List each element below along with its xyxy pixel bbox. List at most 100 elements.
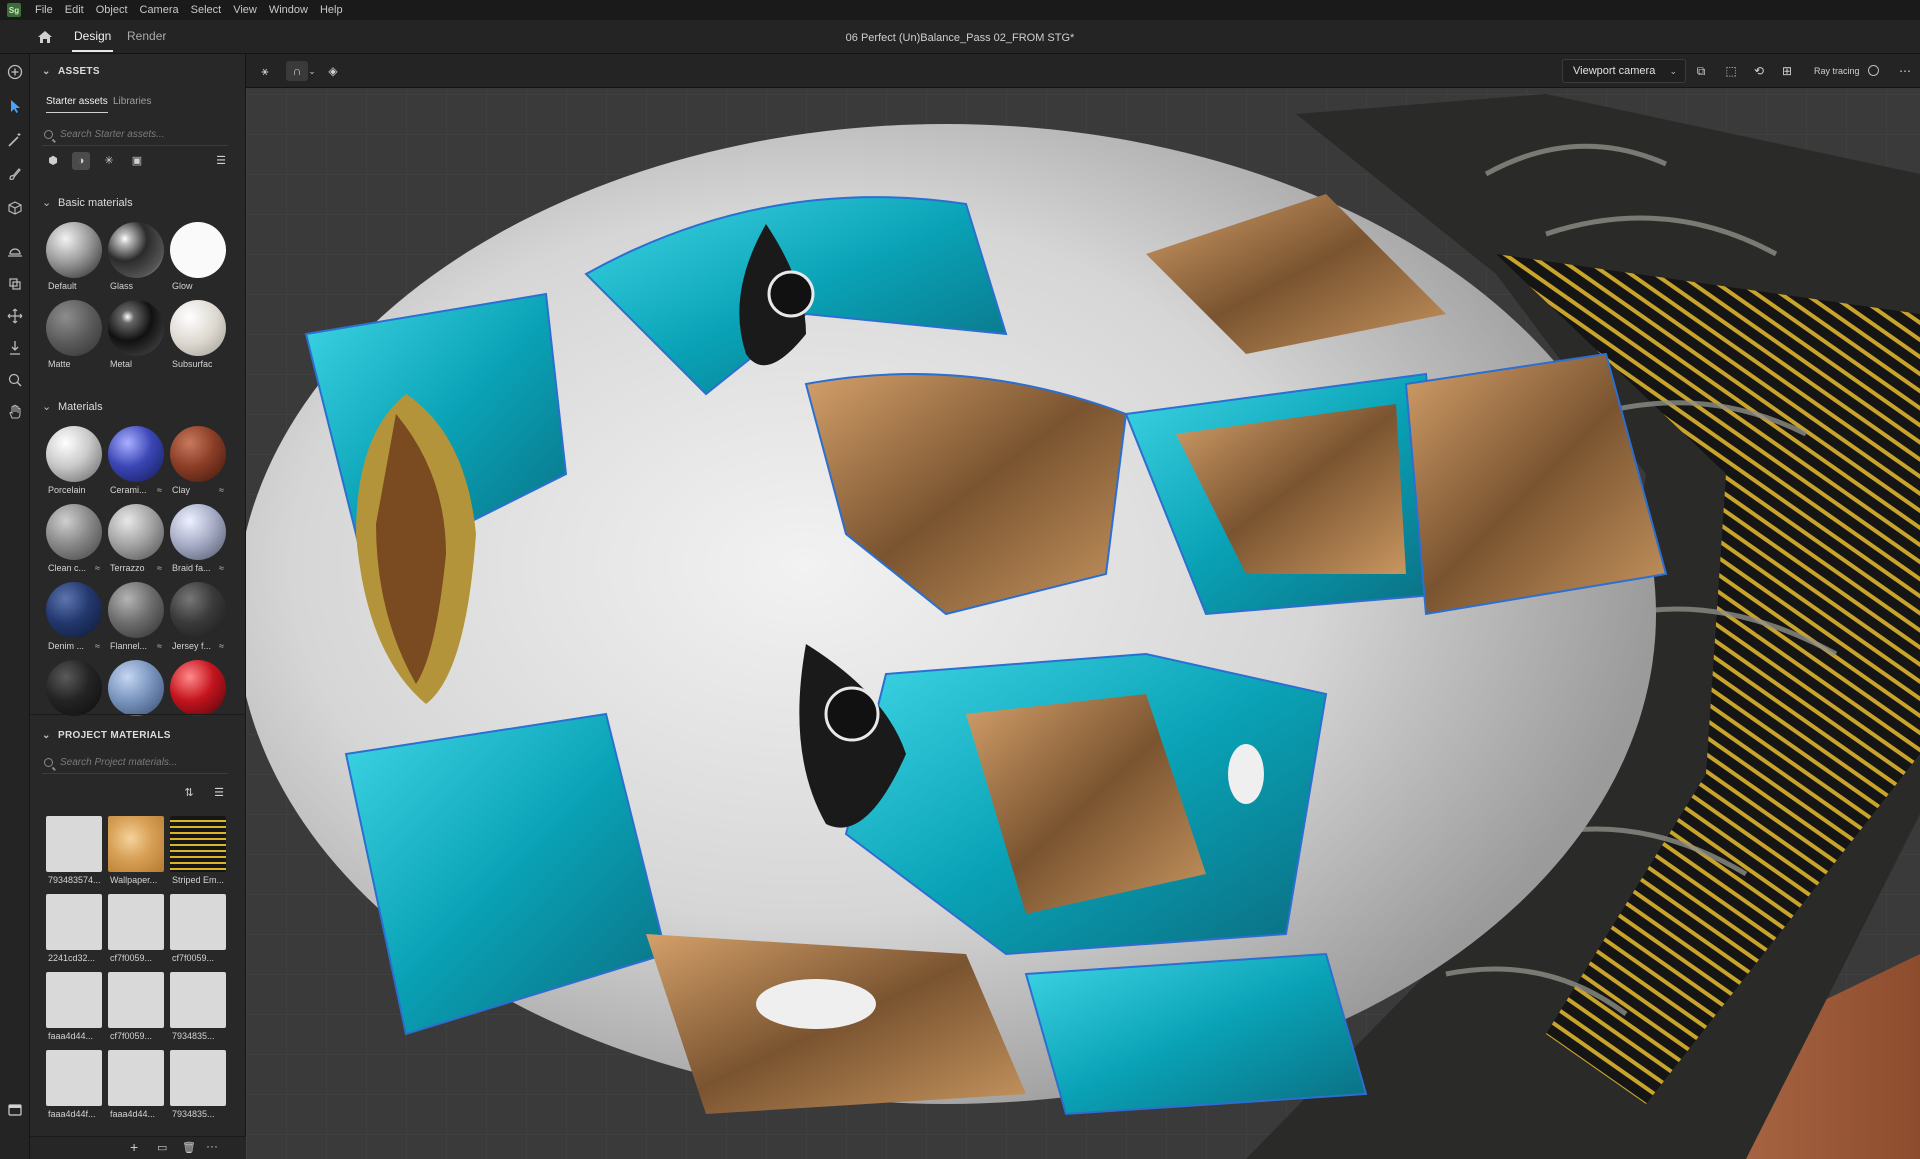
- sort-icon[interactable]: ⇅: [180, 784, 198, 802]
- material-clean-concrete[interactable]: Clean c... ≈: [46, 504, 102, 580]
- search-icon: [44, 130, 53, 139]
- project-material-item[interactable]: 7934835...: [170, 972, 226, 1048]
- images-filter-icon[interactable]: ▣: [128, 152, 146, 170]
- menu-help[interactable]: Help: [314, 4, 349, 16]
- material-glow[interactable]: Glow: [170, 222, 226, 298]
- material-red[interactable]: [170, 660, 226, 736]
- ray-tracing-label: Ray tracing: [1814, 66, 1860, 76]
- adjust-icon: ≈: [95, 641, 100, 651]
- project-materials-search-input[interactable]: Search Project materials...: [42, 752, 228, 774]
- material-jersey-fabric[interactable]: Jersey f... ≈: [170, 582, 226, 658]
- chevron-down-icon: ⌄: [42, 401, 52, 413]
- add-icon[interactable]: [7, 64, 23, 80]
- project-material-item[interactable]: cf7f0059...: [108, 972, 164, 1048]
- more-options-icon[interactable]: ⋯: [1894, 61, 1916, 81]
- move-icon[interactable]: [7, 308, 23, 324]
- project-material-item[interactable]: faaa4d44...: [46, 972, 102, 1048]
- select-tool-icon[interactable]: [7, 98, 23, 114]
- material-dark[interactable]: [46, 660, 102, 736]
- materials-filter-icon[interactable]: ◑: [72, 152, 90, 170]
- zoom-icon[interactable]: [7, 372, 23, 388]
- magnet-snap-icon[interactable]: ∩: [286, 61, 308, 81]
- add-icon[interactable]: +: [130, 1139, 138, 1155]
- list-view-icon[interactable]: ☰: [212, 152, 230, 170]
- paint-brush-icon[interactable]: [7, 166, 23, 182]
- project-material-item[interactable]: faaa4d44...: [108, 1050, 164, 1126]
- project-material-item[interactable]: 7934835...: [170, 1050, 226, 1126]
- ray-tracing-toggle[interactable]: [1868, 65, 1879, 76]
- material-matte[interactable]: Matte: [46, 300, 102, 376]
- folder-icon[interactable]: ▭: [157, 1141, 167, 1154]
- menu-edit[interactable]: Edit: [59, 4, 90, 16]
- project-material-item[interactable]: Striped Em...: [170, 816, 226, 892]
- viewport-toolbar: ⚹ ∩ ⌄ ◈ Viewport camera ⌄ ⧉ ⬚ ⟲ ⊞ Ray tra…: [246, 54, 1920, 88]
- material-glass[interactable]: Glass: [108, 222, 164, 298]
- material-denim[interactable]: Denim ... ≈: [46, 582, 102, 658]
- camera-add-icon[interactable]: ⊞: [1776, 61, 1798, 81]
- magic-wand-icon[interactable]: [7, 132, 23, 148]
- project-materials-header[interactable]: ⌄ PROJECT MATERIALS: [42, 730, 171, 741]
- tab-libraries[interactable]: Libraries: [113, 96, 151, 107]
- hand-pan-icon[interactable]: [7, 404, 23, 420]
- chevron-down-icon: ⌄: [1669, 66, 1677, 76]
- ground-snap-icon[interactable]: ◈: [322, 61, 344, 81]
- menu-select[interactable]: Select: [185, 4, 228, 16]
- project-material-item[interactable]: 2241cd32...: [46, 894, 102, 970]
- viewport-camera-select[interactable]: Viewport camera ⌄: [1562, 59, 1686, 83]
- menu-camera[interactable]: Camera: [134, 4, 185, 16]
- assets-panel: ⌄ ASSETS Starter assets Libraries Search …: [30, 54, 274, 1159]
- camera-sync-icon[interactable]: ⟲: [1748, 61, 1770, 81]
- starter-assets-search-input[interactable]: Search Starter assets...: [42, 124, 228, 146]
- material-ceramic[interactable]: Cerami... ≈: [108, 426, 164, 502]
- drop-to-ground-icon[interactable]: [7, 340, 23, 356]
- material-clay[interactable]: Clay ≈: [170, 426, 226, 502]
- material-porcelain[interactable]: Porcelain: [46, 426, 102, 502]
- menu-window[interactable]: Window: [263, 4, 314, 16]
- tools-sidebar: [0, 54, 30, 1159]
- document-title: 06 Perfect (Un)Balance_Pass 02_FROM STG*: [845, 32, 1075, 44]
- scene-graph-icon[interactable]: ⚹: [254, 61, 276, 81]
- camera-frame-icon[interactable]: ⬚: [1720, 61, 1742, 81]
- menu-object[interactable]: Object: [90, 4, 134, 16]
- 3d-viewport[interactable]: [246, 54, 1920, 1159]
- project-material-item[interactable]: cf7f0059...: [108, 894, 164, 970]
- menu-file[interactable]: File: [29, 4, 59, 16]
- adjust-icon: ≈: [95, 563, 100, 573]
- project-material-item[interactable]: cf7f0059...: [170, 894, 226, 970]
- assets-section-header[interactable]: ⌄ ASSETS: [42, 66, 100, 77]
- material-subsurface[interactable]: Subsurface: [170, 300, 226, 376]
- adjust-icon: ≈: [219, 485, 224, 495]
- sun-light-icon[interactable]: [7, 244, 23, 260]
- panel-toggle-icon[interactable]: [7, 1102, 23, 1118]
- adjust-icon: ≈: [157, 641, 162, 651]
- project-material-item[interactable]: faaa4d44f...: [46, 1050, 102, 1126]
- camera-bookmark-icon[interactable]: ⧉: [1690, 61, 1712, 81]
- search-icon: [44, 758, 53, 767]
- more-icon[interactable]: ···: [206, 1139, 218, 1153]
- transform-icon[interactable]: [7, 276, 23, 292]
- materials-header[interactable]: ⌄ Materials: [42, 400, 103, 413]
- chevron-down-icon: ⌄: [42, 730, 51, 741]
- adjust-icon: ≈: [219, 563, 224, 573]
- material-braid-fabric[interactable]: Braid fa... ≈: [170, 504, 226, 580]
- project-material-item[interactable]: 793483574...: [46, 816, 102, 892]
- material-metal[interactable]: Metal: [108, 300, 164, 376]
- material-default[interactable]: Default: [46, 222, 102, 298]
- cube-icon[interactable]: [7, 200, 23, 216]
- material-terrazzo[interactable]: Terrazzo ≈: [108, 504, 164, 580]
- list-view-icon[interactable]: ☰: [210, 784, 228, 802]
- chevron-down-icon[interactable]: ⌄: [306, 61, 318, 81]
- material-light-blue[interactable]: [108, 660, 164, 736]
- material-flannel[interactable]: Flannel... ≈: [108, 582, 164, 658]
- menu-view[interactable]: View: [227, 4, 263, 16]
- basic-materials-header[interactable]: ⌄ Basic materials: [42, 196, 133, 209]
- lights-filter-icon[interactable]: ✳: [100, 152, 118, 170]
- viewport-scene-render: [246, 54, 1920, 1159]
- chevron-down-icon: ⌄: [42, 197, 52, 209]
- models-filter-icon[interactable]: ⬢: [44, 152, 62, 170]
- project-material-item[interactable]: Wallpaper...: [108, 816, 164, 892]
- adjust-icon: ≈: [219, 641, 224, 651]
- tab-starter-assets[interactable]: Starter assets: [46, 96, 108, 113]
- trash-icon[interactable]: 🗑: [182, 1141, 196, 1154]
- chevron-down-icon: ⌄: [42, 66, 51, 77]
